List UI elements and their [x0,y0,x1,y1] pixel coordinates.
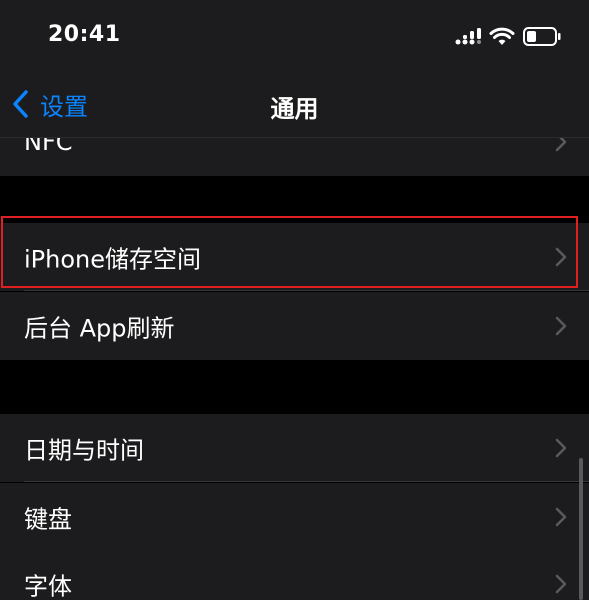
chevron-right-icon [555,574,567,594]
chevron-right-icon [555,138,567,152]
settings-list: NFC iPhone储存空间 后台 App刷新 日期与时间 键盘 字体 [0,138,589,600]
row-separator [24,481,589,482]
row-label: iPhone储存空间 [24,245,202,274]
navigation-bar: 设置 通用 [0,74,589,138]
battery-icon [523,27,561,46]
settings-row-background-app-refresh[interactable]: 后台 App刷新 [0,292,589,360]
settings-row-nfc[interactable]: NFC [0,138,589,176]
chevron-right-icon [555,316,567,336]
row-label: 键盘 [24,505,72,534]
row-label: 字体 [24,572,72,600]
chevron-right-icon [555,247,567,267]
group-gap [0,176,589,223]
settings-row-keyboard[interactable]: 键盘 [0,483,589,551]
status-time: 20:41 [48,22,121,47]
scrollbar[interactable] [579,458,583,600]
row-label: NFC [24,138,73,156]
group-gap [0,360,589,414]
page-title: 通用 [270,95,319,123]
row-label: 日期与时间 [24,436,144,465]
status-bar: 20:41 [0,0,589,74]
row-label: 后台 App刷新 [24,314,175,343]
row-separator [24,290,589,291]
settings-row-fonts[interactable]: 字体 [0,550,589,600]
wifi-icon [489,27,515,45]
chevron-right-icon [555,507,567,527]
cell-signal-icon [455,28,481,45]
chevron-right-icon [555,438,567,458]
settings-row-iphone-storage[interactable]: iPhone储存空间 [0,223,589,291]
settings-row-date-time[interactable]: 日期与时间 [0,414,589,482]
